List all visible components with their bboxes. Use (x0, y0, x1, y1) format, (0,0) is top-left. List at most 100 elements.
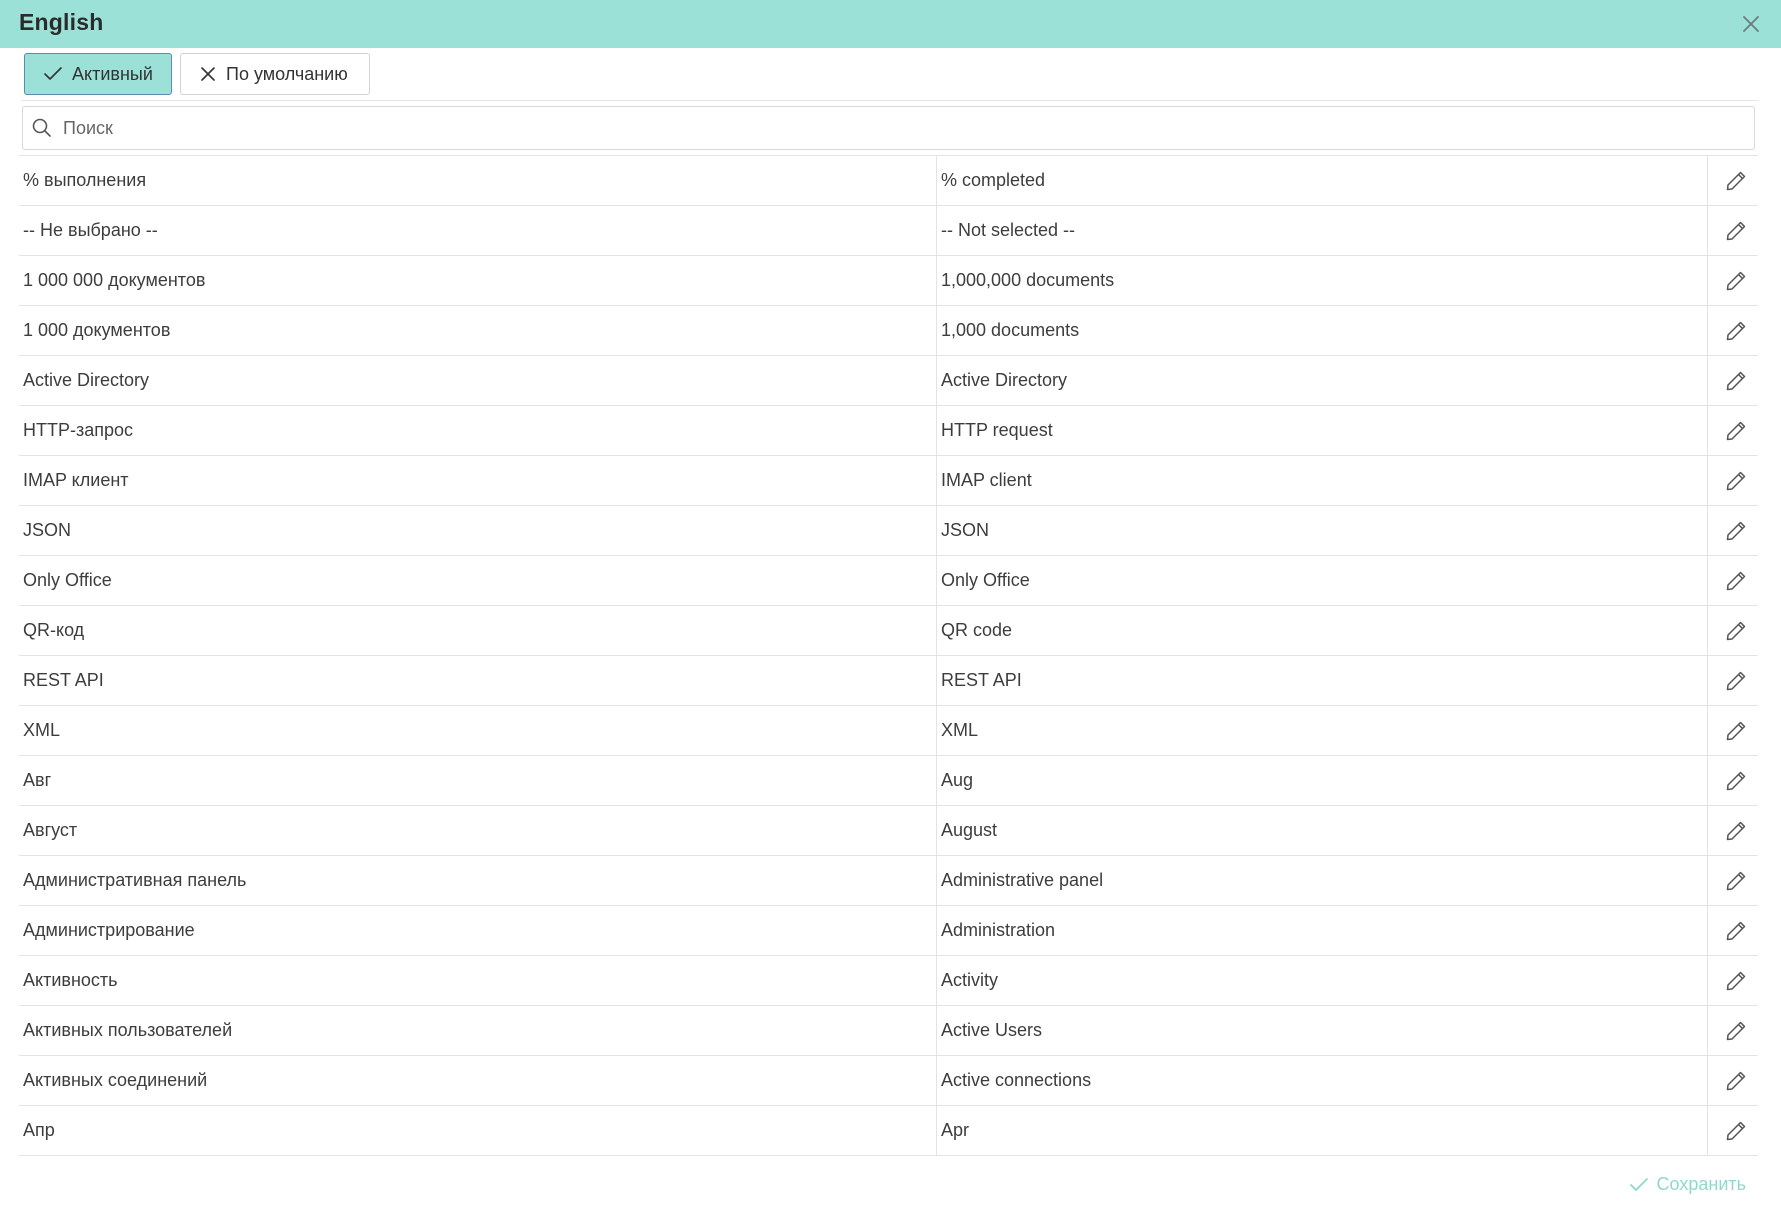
row-actions-cell (1707, 455, 1758, 506)
pencil-icon (1726, 1021, 1745, 1040)
translation-dialog: English Активный По умолчанию Поиск % вы… (0, 0, 1781, 1210)
pencil-icon (1726, 1071, 1745, 1090)
pencil-icon (1726, 1121, 1745, 1140)
source-text-cell: XML (19, 705, 937, 756)
translation-text-cell: % completed (936, 156, 1708, 206)
edit-button[interactable] (1724, 1019, 1748, 1043)
edit-button[interactable] (1724, 419, 1748, 443)
pencil-icon (1726, 171, 1745, 190)
translation-text-cell: Aug (936, 755, 1708, 806)
pencil-icon (1726, 871, 1745, 890)
pencil-icon (1726, 621, 1745, 640)
search-icon (32, 118, 51, 137)
source-text-cell: Only Office (19, 555, 937, 606)
source-text-cell: Апр (19, 1105, 937, 1156)
edit-button[interactable] (1724, 569, 1748, 593)
translation-text-cell: Apr (936, 1105, 1708, 1156)
save-button[interactable]: Сохранить (1629, 1174, 1746, 1195)
source-text-cell: 1 000 000 документов (19, 255, 937, 306)
translations-table: % выполнения% completed -- Не выбрано -- -… (19, 156, 1758, 1156)
edit-button[interactable] (1724, 269, 1748, 293)
row-actions-cell (1707, 555, 1758, 606)
search-input[interactable] (61, 116, 1715, 140)
edit-button[interactable] (1724, 969, 1748, 993)
source-text-cell: IMAP клиент (19, 455, 937, 506)
edit-button[interactable] (1724, 719, 1748, 743)
pencil-icon (1726, 971, 1745, 990)
row-actions-cell (1707, 1105, 1758, 1156)
table-row: Only Office Only Office (19, 555, 1758, 606)
translation-text-cell: Active connections (936, 1055, 1708, 1106)
table-row: Апр Apr (19, 1105, 1758, 1156)
translation-text-cell: August (936, 805, 1708, 856)
row-actions-cell (1707, 905, 1758, 956)
dialog-header: English (0, 0, 1781, 48)
check-icon (44, 67, 62, 80)
source-text-cell: Активных пользователей (19, 1005, 937, 1056)
source-text-cell: -- Не выбрано -- (19, 205, 937, 256)
table-row: QR-код QR code (19, 605, 1758, 656)
table-row: XML XML (19, 705, 1758, 756)
edit-button[interactable] (1724, 1119, 1748, 1143)
pencil-icon (1726, 471, 1745, 490)
table-row: Административная панель Administrative pa… (19, 855, 1758, 906)
edit-button[interactable] (1724, 769, 1748, 793)
table-row: Active Directory Active Directory (19, 355, 1758, 406)
pencil-icon (1726, 671, 1745, 690)
translation-text-cell: Activity (936, 955, 1708, 1006)
source-text-cell: Активность (19, 955, 937, 1006)
edit-button[interactable] (1724, 369, 1748, 393)
translation-text-cell: IMAP client (936, 455, 1708, 506)
table-row: Авг Aug (19, 755, 1758, 806)
source-text-cell: % выполнения (19, 156, 937, 206)
edit-button[interactable] (1724, 819, 1748, 843)
default-button[interactable]: По умолчанию (180, 53, 370, 95)
row-actions-cell (1707, 205, 1758, 256)
row-actions-cell (1707, 805, 1758, 856)
edit-button[interactable] (1724, 1069, 1748, 1093)
source-text-cell: QR-код (19, 605, 937, 656)
source-text-cell: Административная панель (19, 855, 937, 906)
table-row: 1 000 документов 1,000 documents (19, 305, 1758, 356)
edit-button[interactable] (1724, 319, 1748, 343)
default-button-label: По умолчанию (226, 63, 348, 84)
close-button[interactable] (1737, 10, 1765, 38)
table-row: 1 000 000 документов 1,000,000 documents (19, 255, 1758, 306)
close-icon (1743, 16, 1759, 32)
edit-button[interactable] (1724, 869, 1748, 893)
edit-button[interactable] (1724, 469, 1748, 493)
table-row: Активных пользователей Active Users (19, 1005, 1758, 1056)
table-row: % выполнения% completed (19, 156, 1758, 206)
source-text-cell: Администрирование (19, 905, 937, 956)
source-text-cell: 1 000 документов (19, 305, 937, 356)
save-button-label: Сохранить (1656, 1174, 1746, 1194)
row-actions-cell (1707, 655, 1758, 706)
row-actions-cell (1707, 1055, 1758, 1106)
translation-text-cell: Active Users (936, 1005, 1708, 1056)
table-row: Администрирование Administration (19, 905, 1758, 956)
edit-button[interactable] (1724, 169, 1748, 193)
edit-button[interactable] (1724, 219, 1748, 243)
edit-button[interactable] (1724, 519, 1748, 543)
translation-text-cell: QR code (936, 605, 1708, 656)
edit-button[interactable] (1724, 669, 1748, 693)
edit-button[interactable] (1724, 619, 1748, 643)
translation-text-cell: Administration (936, 905, 1708, 956)
pencil-icon (1726, 221, 1745, 240)
translation-text-cell: JSON (936, 505, 1708, 556)
row-actions-cell (1707, 305, 1758, 356)
translation-text-cell: REST API (936, 655, 1708, 706)
table-row: Активность Activity (19, 955, 1758, 1006)
translation-text-cell: HTTP request (936, 405, 1708, 456)
source-text-cell: JSON (19, 505, 937, 556)
translation-text-cell: Active Directory (936, 355, 1708, 406)
table-row: HTTP-запрос HTTP request (19, 405, 1758, 456)
active-button[interactable]: Активный (24, 53, 172, 95)
source-text-cell: HTTP-запрос (19, 405, 937, 456)
translation-text-cell: 1,000 documents (936, 305, 1708, 356)
table-row: REST API REST API (19, 655, 1758, 706)
edit-button[interactable] (1724, 919, 1748, 943)
check-icon (1629, 1177, 1648, 1191)
translations-table-container[interactable]: % выполнения% completed -- Не выбрано -- -… (19, 155, 1758, 1156)
row-actions-cell (1707, 705, 1758, 756)
